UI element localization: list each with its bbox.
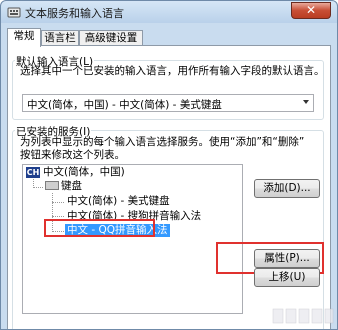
tab-language-bar[interactable]: 语言栏 xyxy=(41,30,79,45)
window-title: 文本服务和输入语言 xyxy=(25,7,124,20)
default-language-description: 选择其中一个已安装的输入语言，用作所有输入字段的默认语言。 xyxy=(20,65,325,77)
tree-item-service[interactable]: 中文(简体) - 美式键盘 xyxy=(67,195,170,208)
tree-line xyxy=(52,216,64,217)
close-icon: ✕ xyxy=(305,3,317,17)
add-button[interactable]: 添加(D)... xyxy=(254,179,320,198)
default-language-select[interactable]: 中文(简体，中国) - 中文(简体) - 美式键盘 xyxy=(22,94,314,112)
keyboard-app-icon xyxy=(7,7,21,18)
keyboard-icon xyxy=(45,181,59,190)
move-up-button[interactable]: 上移(U) xyxy=(254,268,320,287)
tree-line xyxy=(33,187,43,188)
tab-advanced-key-settings[interactable]: 高级键设置 xyxy=(79,30,143,45)
watermark-logo-icon xyxy=(272,308,334,324)
language-ch-icon: CH xyxy=(26,167,40,178)
tab-panel-general: 默认输入语言(L) 选择其中一个已安装的输入语言，用作所有输入字段的默认语言。 … xyxy=(7,45,331,329)
installed-services-description-line1: 为列表中显示的每个输入语言选择服务。使用“添加”和“删除” xyxy=(20,136,305,148)
chevron-down-icon[interactable] xyxy=(303,100,309,104)
tree-item-keyboard[interactable]: 键盘 xyxy=(61,180,82,193)
title-bar[interactable]: 文本服务和输入语言 ✕ xyxy=(1,1,337,23)
tree-item-language[interactable]: 中文(简体，中国) xyxy=(43,166,125,179)
services-tree[interactable]: CH 中文(简体，中国) 键盘 中文(简体) - 美式键盘 中文(简体) - 搜… xyxy=(22,164,243,314)
close-button[interactable]: ✕ xyxy=(291,2,331,19)
installed-services-description-line2: 按钮来修改这个列表。 xyxy=(20,149,125,161)
dialog-window: 文本服务和输入语言 ✕ 常规 语言栏 高级键设置 默认输入语言(L) 选择其中一… xyxy=(0,0,338,330)
tab-general[interactable]: 常规 xyxy=(7,28,41,47)
highlight-box-selected-service xyxy=(44,219,155,237)
default-language-value: 中文(简体，中国) - 中文(简体) - 美式键盘 xyxy=(27,99,222,111)
tree-line xyxy=(52,202,64,203)
